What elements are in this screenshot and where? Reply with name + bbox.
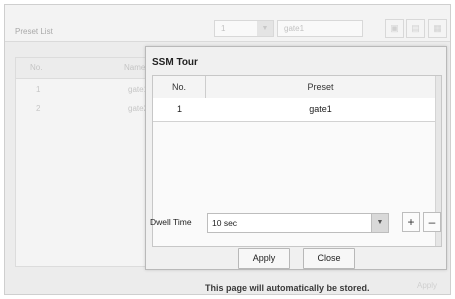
add-button[interactable]: + xyxy=(402,212,420,232)
preset-number-value: 1 xyxy=(221,24,226,33)
column-header-no: No. xyxy=(30,63,43,72)
column-header-name: Name xyxy=(124,63,146,72)
preset-list-header: Preset List 1 ▼ gate1 ▣ ▤ ▦ xyxy=(5,5,450,42)
dwell-time-label: Dwell Time xyxy=(150,217,192,227)
chevron-down-icon: ▼ xyxy=(257,21,273,36)
chevron-down-icon: ▼ xyxy=(371,214,388,232)
auto-store-message: This page will automatically be stored. xyxy=(205,283,370,293)
preset-row-no: 2 xyxy=(36,104,41,113)
preset-add-icon[interactable]: ▣ xyxy=(385,19,404,38)
row-no: 1 xyxy=(176,104,182,114)
column-header-preset: Preset xyxy=(307,82,334,92)
ssm-tour-table-header: No. Preset xyxy=(153,76,441,99)
preset-delete-icon[interactable]: ▤ xyxy=(406,19,425,38)
dialog-title: SSM Tour xyxy=(152,57,198,68)
row-preset: gate1 xyxy=(309,104,332,114)
remove-button[interactable]: – xyxy=(423,212,441,232)
dwell-time-select[interactable]: 10 sec ▼ xyxy=(207,213,389,233)
preset-number-select[interactable]: 1 ▼ xyxy=(214,20,274,37)
column-header-no: No. xyxy=(153,76,206,98)
preset-row-no: 1 xyxy=(36,85,41,94)
close-button[interactable]: Close xyxy=(303,248,355,269)
preset-name-input[interactable]: gate1 xyxy=(277,20,363,37)
preset-name-value: gate1 xyxy=(284,24,305,33)
preset-list-title: Preset List xyxy=(15,27,53,36)
ssm-tour-dialog: SSM Tour No. Preset 1 gate1 Dwell Time 1… xyxy=(145,46,447,270)
page-apply-button[interactable]: Apply xyxy=(403,276,451,296)
dwell-time-value: 10 sec xyxy=(212,218,238,228)
ssm-tour-icon[interactable]: ▦ xyxy=(428,19,447,38)
table-row[interactable]: 1 gate1 xyxy=(153,98,441,122)
apply-button[interactable]: Apply xyxy=(238,248,290,269)
